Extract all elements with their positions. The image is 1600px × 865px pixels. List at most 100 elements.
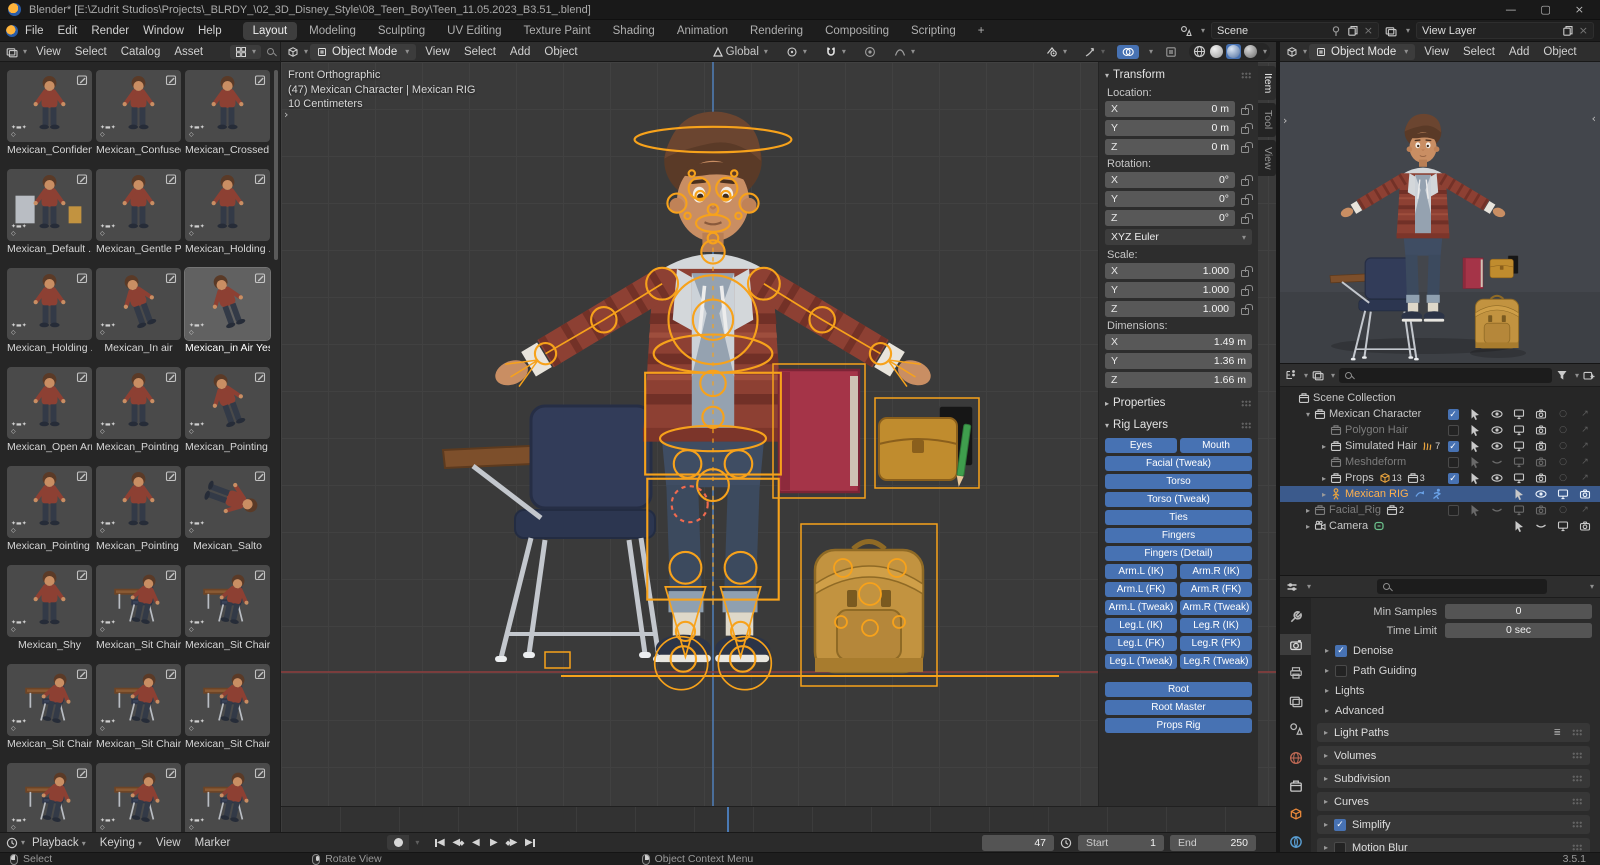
outliner-row-props[interactable]: ▸Props133✓○↗ (1280, 470, 1600, 486)
expand-toggle[interactable]: ▸ (1318, 490, 1330, 499)
properties-search-input[interactable] (1377, 579, 1547, 594)
checkbox[interactable]: ✓ (1334, 819, 1346, 831)
rig-layer-button-leg-l-fk-[interactable]: Leg.L (FK) (1105, 636, 1177, 651)
edit-asset-icon[interactable] (254, 767, 266, 779)
properties-tab-output[interactable] (1280, 662, 1311, 683)
mode-dropdown[interactable]: Object Mode▾ (310, 44, 416, 60)
menu-viewport-object[interactable]: Object (537, 45, 584, 59)
rig-layer-button-arm-l-ik-[interactable]: Arm.L (IK) (1105, 564, 1177, 579)
outliner-row-camera[interactable]: ▸Camera (1280, 518, 1600, 534)
properties-panel-subdivision[interactable]: ▸Subdivision (1317, 769, 1590, 788)
asset-scrollbar[interactable] (274, 70, 278, 260)
disable-viewport-toggle[interactable] (1513, 456, 1525, 468)
workspace-tab-animation[interactable]: Animation (667, 22, 738, 40)
rig-layer-button-torso-tweak-[interactable]: Torso (Tweak) (1105, 492, 1252, 507)
workspace-tab-texture-paint[interactable]: Texture Paint (514, 22, 601, 40)
shading-solid[interactable] (1209, 44, 1224, 59)
snap-target-dropdown[interactable]: ▾ (781, 45, 812, 59)
rig-layer-button-leg-r-fk-[interactable]: Leg.R (FK) (1180, 636, 1252, 651)
asset-item-mexican-holding-[interactable]: ✦▬✦◇Mexican_Holding ... (7, 268, 92, 355)
menu-asset-catalog[interactable]: Catalog (114, 45, 168, 59)
menu-timeline-marker[interactable]: Marker (188, 836, 238, 850)
asset-item-mexican-confused[interactable]: ✦▬✦◇Mexican_Confused (96, 70, 181, 157)
asset-item-mexican-sit-chair-1[interactable]: ✦▬✦◇Mexican_Sit Chair 1 (96, 565, 181, 652)
dimension-x-field[interactable]: X1.49 m (1105, 334, 1252, 350)
edit-asset-icon[interactable] (254, 74, 266, 86)
hide-viewport-toggle[interactable] (1491, 424, 1503, 436)
display-size-button[interactable]: ▾ (230, 45, 261, 59)
workspace-tab-layout[interactable]: Layout (243, 22, 298, 40)
disable-viewport-toggle[interactable] (1513, 424, 1525, 436)
menu-top-edit[interactable]: Edit (51, 24, 85, 38)
menu-timeline-playback[interactable]: Playback▾ (25, 836, 93, 850)
property-toggle-path-guiding[interactable]: ▸Path Guiding (1325, 662, 1592, 679)
asset-item-mexican-default-[interactable]: ✦▬✦◇Mexican_Default ... (7, 169, 92, 256)
viewport-editor-icon[interactable] (287, 46, 299, 58)
disable-render-toggle[interactable] (1579, 488, 1591, 500)
frame-end-field[interactable]: End250 (1170, 835, 1256, 851)
properties-tab-collection[interactable] (1280, 775, 1311, 796)
menu-viewport-add[interactable]: Add (503, 45, 537, 59)
hide-viewport-toggle[interactable] (1491, 456, 1503, 468)
selectable-toggle[interactable] (1469, 504, 1481, 516)
edit-asset-icon[interactable] (254, 569, 266, 581)
book-object[interactable] (779, 370, 859, 492)
next-keyframe-button[interactable]: ◆▶ (504, 835, 519, 850)
properties-panel-header[interactable]: ▸ Properties (1105, 394, 1252, 412)
hide-viewport-toggle[interactable] (1491, 472, 1503, 484)
checkbox[interactable]: ✓ (1448, 441, 1459, 452)
disable-viewport-toggle[interactable] (1513, 440, 1525, 452)
outliner-row-facial-rig[interactable]: ▸Facial_Rig2○↗ (1280, 502, 1600, 518)
edit-asset-icon[interactable] (165, 272, 177, 284)
menu-viewport-select[interactable]: Select (457, 45, 503, 59)
timeline-strip[interactable] (281, 806, 1276, 832)
outliner-row-polygon-hair[interactable]: Polygon Hair○↗ (1280, 422, 1600, 438)
disable-viewport-toggle[interactable] (1513, 472, 1525, 484)
xray-toggle[interactable] (1160, 45, 1182, 59)
scale-y-field[interactable]: Y1.000 (1105, 282, 1235, 298)
workspace-tab-shading[interactable]: Shading (603, 22, 665, 40)
rig-layer-button-facial-tweak-[interactable]: Facial (Tweak) (1105, 456, 1252, 471)
edit-asset-icon[interactable] (76, 74, 88, 86)
viewport-3d[interactable]: Front Orthographic (47) Mexican Characte… (281, 62, 1276, 806)
minimize-button[interactable]: — (1505, 3, 1516, 16)
workspace-tab-scripting[interactable]: Scripting (901, 22, 966, 40)
expand-toggle[interactable]: ▾ (1302, 410, 1314, 419)
preview-sidebar-arrow[interactable]: ‹ (1592, 112, 1596, 125)
play-reverse-button[interactable]: ◀ (468, 835, 483, 850)
asset-item-mexican-sit-chair-[interactable]: ✦▬✦◇Mexican_Sit Chair... (185, 565, 270, 652)
rotation-z-field[interactable]: Z0° (1105, 210, 1235, 226)
jump-to-start-button[interactable]: ◀ (432, 835, 447, 850)
edit-asset-icon[interactable] (165, 371, 177, 383)
outliner-row-meshdeform[interactable]: Meshdeform○↗ (1280, 454, 1600, 470)
pin-icon[interactable] (1330, 25, 1342, 37)
hide-viewport-toggle[interactable] (1491, 408, 1503, 420)
dimension-y-field[interactable]: Y1.36 m (1105, 353, 1252, 369)
property-field-time-limit[interactable]: 0 sec (1445, 623, 1592, 638)
rig-layers-panel-header[interactable]: ▾ Rig Layers (1105, 416, 1252, 434)
sidebar-tab-tool[interactable]: Tool (1258, 103, 1276, 136)
properties-tab-physics[interactable] (1280, 832, 1311, 853)
edit-asset-icon[interactable] (254, 173, 266, 185)
view-layer-selector[interactable]: View Layer × (1416, 22, 1594, 39)
lock-icon[interactable] (1238, 104, 1252, 115)
asset-item-mexican-sit-chair-[interactable]: ✦▬✦◇Mexican_Sit Chair... (96, 664, 181, 751)
shading-wireframe[interactable] (1192, 44, 1207, 59)
outliner-editor-icon[interactable] (1285, 369, 1297, 381)
outliner-display-mode-icon[interactable] (1312, 369, 1324, 381)
menu-timeline-view[interactable]: View (149, 836, 188, 850)
lock-icon[interactable] (1238, 175, 1252, 186)
snap-toggle[interactable]: ▾ (820, 45, 851, 59)
menu-preview-object[interactable]: Object (1536, 45, 1583, 59)
rig-layer-button-arm-l-fk-[interactable]: Arm.L (FK) (1105, 582, 1177, 597)
checkbox[interactable]: ✓ (1448, 409, 1459, 420)
gizmos-dropdown[interactable]: ▾ (1079, 45, 1110, 59)
properties-tab-object[interactable] (1280, 804, 1311, 825)
preview-mode-dropdown[interactable]: Object Mode▾ (1309, 44, 1415, 60)
outliner-search-input[interactable] (1339, 368, 1552, 383)
scene-selector[interactable]: Scene × (1211, 22, 1379, 39)
preview-left-arrow[interactable]: › (1283, 114, 1287, 127)
remove-view-layer-icon[interactable]: × (1579, 24, 1588, 37)
asset-item-mexican-pointing-[interactable]: ✦▬✦◇Mexican_Pointing ... (7, 466, 92, 553)
selectable-toggle[interactable] (1469, 440, 1481, 452)
